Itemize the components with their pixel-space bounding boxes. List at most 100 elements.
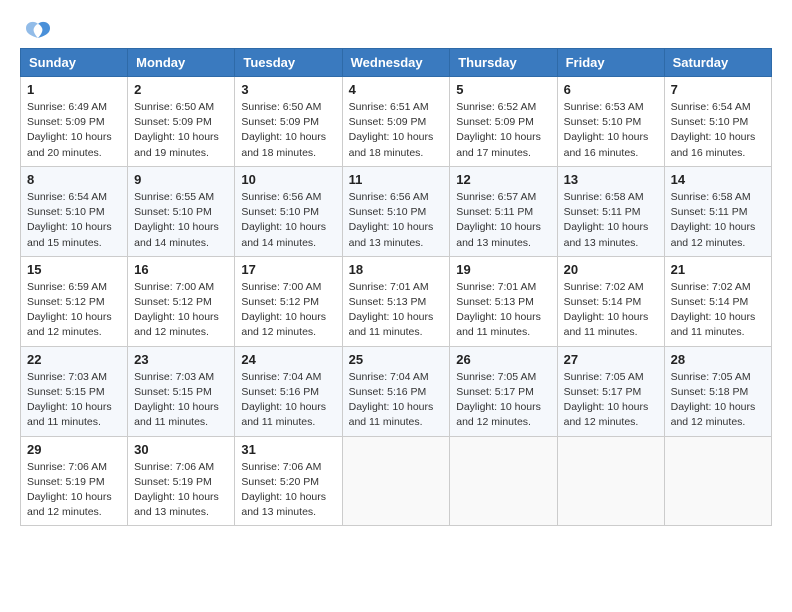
- day-info: Sunrise: 7:06 AM Sunset: 5:20 PM Dayligh…: [241, 460, 335, 521]
- day-info: Sunrise: 6:53 AM Sunset: 5:10 PM Dayligh…: [564, 100, 658, 161]
- day-number: 5: [456, 82, 550, 97]
- calendar-cell: 14 Sunrise: 6:58 AM Sunset: 5:11 PM Dayli…: [664, 166, 771, 256]
- calendar-cell: 17Sunrise: 7:00 AM Sunset: 5:12 PM Dayli…: [235, 256, 342, 346]
- day-number: 2: [134, 82, 228, 97]
- logo-bird-icon: [24, 20, 52, 42]
- calendar-cell: 1 Sunrise: 6:49 AM Sunset: 5:09 PM Daylig…: [21, 77, 128, 167]
- calendar-week-row: 1 Sunrise: 6:49 AM Sunset: 5:09 PM Daylig…: [21, 77, 772, 167]
- day-info: Sunrise: 7:01 AM Sunset: 5:13 PM Dayligh…: [456, 280, 550, 341]
- day-number: 4: [349, 82, 444, 97]
- day-number: 3: [241, 82, 335, 97]
- day-info: Sunrise: 7:02 AM Sunset: 5:14 PM Dayligh…: [671, 280, 765, 341]
- calendar-week-row: 8 Sunrise: 6:54 AM Sunset: 5:10 PM Daylig…: [21, 166, 772, 256]
- day-info: Sunrise: 6:56 AM Sunset: 5:10 PM Dayligh…: [241, 190, 335, 251]
- calendar-cell: [342, 436, 450, 526]
- day-info: Sunrise: 7:05 AM Sunset: 5:17 PM Dayligh…: [564, 370, 658, 431]
- calendar-cell: 20 Sunrise: 7:02 AM Sunset: 5:14 PM Dayli…: [557, 256, 664, 346]
- day-info: Sunrise: 6:58 AM Sunset: 5:11 PM Dayligh…: [671, 190, 765, 251]
- calendar-header-row: SundayMondayTuesdayWednesdayThursdayFrid…: [21, 49, 772, 77]
- day-info: Sunrise: 6:58 AM Sunset: 5:11 PM Dayligh…: [564, 190, 658, 251]
- calendar-cell: 16 Sunrise: 7:00 AM Sunset: 5:12 PM Dayli…: [128, 256, 235, 346]
- day-number: 9: [134, 172, 228, 187]
- calendar-cell: 23 Sunrise: 7:03 AM Sunset: 5:15 PM Dayli…: [128, 346, 235, 436]
- page-header: [20, 20, 772, 38]
- day-info: Sunrise: 7:05 AM Sunset: 5:18 PM Dayligh…: [671, 370, 765, 431]
- day-number: 15: [27, 262, 121, 277]
- day-info: Sunrise: 6:49 AM Sunset: 5:09 PM Dayligh…: [27, 100, 121, 161]
- calendar-cell: 13 Sunrise: 6:58 AM Sunset: 5:11 PM Dayli…: [557, 166, 664, 256]
- day-number: 24: [241, 352, 335, 367]
- column-header-wednesday: Wednesday: [342, 49, 450, 77]
- calendar-cell: 7Sunrise: 6:54 AM Sunset: 5:10 PM Daylig…: [664, 77, 771, 167]
- calendar-table: SundayMondayTuesdayWednesdayThursdayFrid…: [20, 48, 772, 526]
- column-header-monday: Monday: [128, 49, 235, 77]
- day-number: 1: [27, 82, 121, 97]
- day-number: 16: [134, 262, 228, 277]
- day-number: 14: [671, 172, 765, 187]
- day-info: Sunrise: 6:54 AM Sunset: 5:10 PM Dayligh…: [27, 190, 121, 251]
- day-number: 28: [671, 352, 765, 367]
- day-number: 8: [27, 172, 121, 187]
- calendar-cell: 18 Sunrise: 7:01 AM Sunset: 5:13 PM Dayli…: [342, 256, 450, 346]
- day-number: 13: [564, 172, 658, 187]
- calendar-cell: 26 Sunrise: 7:05 AM Sunset: 5:17 PM Dayli…: [450, 346, 557, 436]
- calendar-cell: 31Sunrise: 7:06 AM Sunset: 5:20 PM Dayli…: [235, 436, 342, 526]
- day-info: Sunrise: 6:59 AM Sunset: 5:12 PM Dayligh…: [27, 280, 121, 341]
- day-number: 23: [134, 352, 228, 367]
- day-info: Sunrise: 6:56 AM Sunset: 5:10 PM Dayligh…: [349, 190, 444, 251]
- day-info: Sunrise: 7:01 AM Sunset: 5:13 PM Dayligh…: [349, 280, 444, 341]
- day-number: 25: [349, 352, 444, 367]
- calendar-cell: [450, 436, 557, 526]
- calendar-cell: 8 Sunrise: 6:54 AM Sunset: 5:10 PM Daylig…: [21, 166, 128, 256]
- day-info: Sunrise: 6:50 AM Sunset: 5:09 PM Dayligh…: [241, 100, 335, 161]
- day-number: 18: [349, 262, 444, 277]
- calendar-cell: [557, 436, 664, 526]
- calendar-cell: 5 Sunrise: 6:52 AM Sunset: 5:09 PM Daylig…: [450, 77, 557, 167]
- calendar-cell: 29 Sunrise: 7:06 AM Sunset: 5:19 PM Dayli…: [21, 436, 128, 526]
- calendar-cell: [664, 436, 771, 526]
- calendar-cell: 4 Sunrise: 6:51 AM Sunset: 5:09 PM Daylig…: [342, 77, 450, 167]
- calendar-cell: 11 Sunrise: 6:56 AM Sunset: 5:10 PM Dayli…: [342, 166, 450, 256]
- column-header-tuesday: Tuesday: [235, 49, 342, 77]
- day-info: Sunrise: 7:06 AM Sunset: 5:19 PM Dayligh…: [134, 460, 228, 521]
- calendar-cell: 2Sunrise: 6:50 AM Sunset: 5:09 PM Daylig…: [128, 77, 235, 167]
- day-info: Sunrise: 7:03 AM Sunset: 5:15 PM Dayligh…: [134, 370, 228, 431]
- day-info: Sunrise: 6:51 AM Sunset: 5:09 PM Dayligh…: [349, 100, 444, 161]
- day-info: Sunrise: 6:52 AM Sunset: 5:09 PM Dayligh…: [456, 100, 550, 161]
- column-header-sunday: Sunday: [21, 49, 128, 77]
- calendar-cell: 21 Sunrise: 7:02 AM Sunset: 5:14 PM Dayli…: [664, 256, 771, 346]
- day-number: 21: [671, 262, 765, 277]
- day-info: Sunrise: 7:00 AM Sunset: 5:12 PM Dayligh…: [134, 280, 228, 341]
- day-number: 26: [456, 352, 550, 367]
- day-info: Sunrise: 6:55 AM Sunset: 5:10 PM Dayligh…: [134, 190, 228, 251]
- calendar-cell: 10 Sunrise: 6:56 AM Sunset: 5:10 PM Dayli…: [235, 166, 342, 256]
- day-info: Sunrise: 7:02 AM Sunset: 5:14 PM Dayligh…: [564, 280, 658, 341]
- day-number: 22: [27, 352, 121, 367]
- calendar-cell: 22 Sunrise: 7:03 AM Sunset: 5:15 PM Dayli…: [21, 346, 128, 436]
- calendar-cell: 19 Sunrise: 7:01 AM Sunset: 5:13 PM Dayli…: [450, 256, 557, 346]
- calendar-cell: 27 Sunrise: 7:05 AM Sunset: 5:17 PM Dayli…: [557, 346, 664, 436]
- logo: [20, 20, 52, 38]
- calendar-cell: 28 Sunrise: 7:05 AM Sunset: 5:18 PM Dayli…: [664, 346, 771, 436]
- day-number: 12: [456, 172, 550, 187]
- day-info: Sunrise: 7:05 AM Sunset: 5:17 PM Dayligh…: [456, 370, 550, 431]
- day-number: 20: [564, 262, 658, 277]
- calendar-cell: 25Sunrise: 7:04 AM Sunset: 5:16 PM Dayli…: [342, 346, 450, 436]
- day-info: Sunrise: 7:04 AM Sunset: 5:16 PM Dayligh…: [241, 370, 335, 431]
- calendar-cell: 3 Sunrise: 6:50 AM Sunset: 5:09 PM Daylig…: [235, 77, 342, 167]
- calendar-week-row: 15 Sunrise: 6:59 AM Sunset: 5:12 PM Dayli…: [21, 256, 772, 346]
- calendar-cell: 12Sunrise: 6:57 AM Sunset: 5:11 PM Dayli…: [450, 166, 557, 256]
- day-number: 27: [564, 352, 658, 367]
- column-header-saturday: Saturday: [664, 49, 771, 77]
- calendar-cell: 24 Sunrise: 7:04 AM Sunset: 5:16 PM Dayli…: [235, 346, 342, 436]
- day-number: 7: [671, 82, 765, 97]
- calendar-week-row: 22 Sunrise: 7:03 AM Sunset: 5:15 PM Dayli…: [21, 346, 772, 436]
- day-number: 29: [27, 442, 121, 457]
- day-number: 10: [241, 172, 335, 187]
- day-info: Sunrise: 7:03 AM Sunset: 5:15 PM Dayligh…: [27, 370, 121, 431]
- day-number: 19: [456, 262, 550, 277]
- column-header-friday: Friday: [557, 49, 664, 77]
- day-info: Sunrise: 7:06 AM Sunset: 5:19 PM Dayligh…: [27, 460, 121, 521]
- day-info: Sunrise: 7:00 AM Sunset: 5:12 PM Dayligh…: [241, 280, 335, 341]
- day-number: 11: [349, 172, 444, 187]
